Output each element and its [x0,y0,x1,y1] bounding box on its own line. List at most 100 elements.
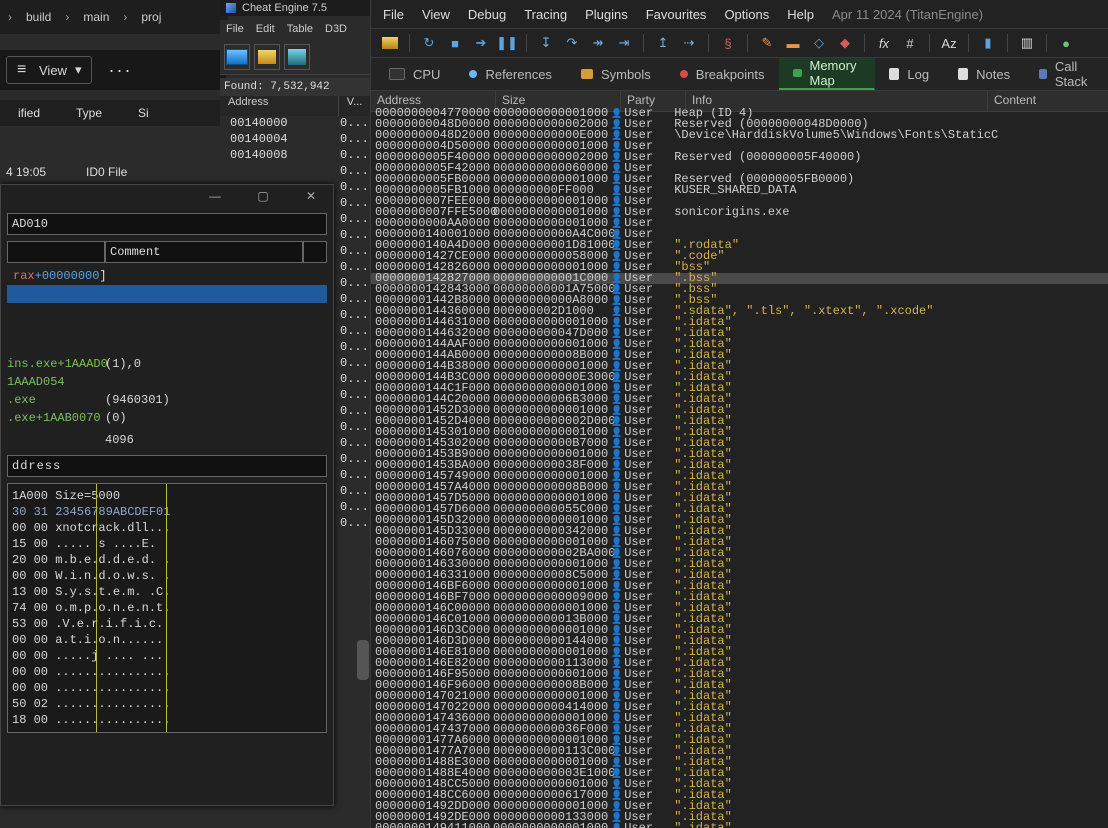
reg-rax: rax [7,269,35,283]
maximize-icon[interactable]: ▢ [247,187,279,205]
debugger-tabs[interactable]: CPU References Symbols Breakpoints Memor… [371,58,1108,91]
disasm-rows[interactable]: ins.exe+1AAAD0(1),01AAAD054.exe(9460301)… [1,355,333,449]
crumb[interactable]: build [26,10,51,24]
hex-header: 1A000 Size=5000 [12,488,322,504]
restart-icon[interactable]: ↻ [420,34,438,52]
crumb[interactable]: proj [141,10,161,24]
step-out-icon[interactable]: ↠ [589,34,607,52]
menu-view[interactable]: View [422,7,450,22]
menu-favourites[interactable]: Favourites [646,7,707,22]
menu-plugins[interactable]: Plugins [585,7,628,22]
scrollbar-thumb[interactable] [357,640,369,680]
col-type[interactable]: Type [58,106,120,120]
tab-log[interactable]: Log [875,58,944,90]
cheatengine-menubar[interactable]: File Edit Table D3D [220,20,376,38]
col-size[interactable]: Si [120,106,167,120]
open-file-icon[interactable] [254,44,280,70]
close-icon[interactable]: ✕ [295,187,327,205]
reg-offset: 00000000 [42,269,100,283]
hex-dump[interactable]: 1A000 Size=5000 30 31 23456789ABCDEF01 0… [7,483,327,733]
menu-edit[interactable]: Edit [256,23,275,35]
memory-map-list[interactable]: 00000000047700000000000000001000👤User He… [371,108,1108,828]
menu-help[interactable]: Help [787,7,814,22]
disassembler-window: ― ▢ ✕ AD010 Comment rax+00000000] ins.ex… [0,184,334,806]
chevron-right-icon: › [65,10,69,24]
cs-icon [1039,69,1047,79]
module-icon[interactable]: ▮ [979,34,997,52]
skip-icon[interactable]: ⇢ [680,34,698,52]
patch-icon[interactable]: § [719,34,737,52]
step-over-icon[interactable]: ↷ [563,34,581,52]
hash-icon[interactable]: # [901,34,919,52]
run-to-icon[interactable]: ↥ [654,34,672,52]
debugger-window: File View Debug Tracing Plugins Favourit… [370,0,1108,828]
breadcrumb[interactable]: › build › main › proj [0,0,228,34]
calc-icon[interactable]: ▥ [1018,34,1036,52]
step-into-icon[interactable]: ↧ [537,34,555,52]
file-row[interactable]: 4 19:05 ID0 File [0,160,220,184]
cheatengine-toolbar [220,40,374,75]
chevron-right-icon: › [123,10,127,24]
col-value[interactable]: V... [339,96,370,116]
run-icon[interactable]: ➔ [472,34,490,52]
file-columns-header: ified Type Si [0,100,220,126]
bytes-input[interactable] [7,241,105,263]
tab-memory-map[interactable]: Memory Map [779,58,875,90]
menu-d3d[interactable]: D3D [325,23,347,35]
font-icon[interactable]: Aᴢ [940,34,958,52]
crumb[interactable]: main [83,10,109,24]
edit-icon[interactable]: ✎ [758,34,776,52]
engine-info: Apr 11 2024 (TitanEngine) [832,7,983,22]
save-icon[interactable] [284,44,310,70]
tab-notes[interactable]: Notes [944,58,1025,90]
menu-debug[interactable]: Debug [468,7,506,22]
view-dropdown[interactable]: View ▾ [6,56,92,84]
ref-icon [469,70,477,78]
address-input[interactable]: AD010 [7,213,327,235]
minimize-icon[interactable]: ― [199,187,231,205]
chevron-down-icon: ▾ [75,62,82,78]
menu-tracing[interactable]: Tracing [524,7,567,22]
tab-references[interactable]: References [455,58,566,90]
plus: + [35,269,42,283]
pause-icon[interactable]: ❚❚ [498,34,516,52]
open-icon[interactable] [381,34,399,52]
selected-row[interactable] [7,285,327,303]
open-process-icon[interactable] [224,44,250,70]
menu-options[interactable]: Options [724,7,769,22]
comment-icon[interactable]: ▬ [784,34,802,52]
ce-results-header: Address V... [220,96,370,116]
cheatengine-titlebar[interactable]: Cheat Engine 7.5 [220,0,376,16]
stop-icon[interactable]: ■ [446,34,464,52]
tab-symbols[interactable]: Symbols [567,58,666,90]
view-label: View [39,63,67,78]
comment-input[interactable]: Comment [105,241,303,263]
label-icon[interactable]: ◇ [810,34,828,52]
file-date: 4 19:05 [0,165,86,179]
cheatengine-icon [226,3,236,13]
explorer-toolbar: View ▾ ··· [0,50,226,90]
window-caption[interactable]: ― ▢ ✕ [1,185,333,207]
tab-call-stack[interactable]: Call Stack [1025,58,1108,90]
debugger-menubar[interactable]: File View Debug Tracing Plugins Favourit… [371,0,1108,29]
goto-address-input[interactable]: ddress [7,455,327,477]
trace-into-icon[interactable]: ⇥ [615,34,633,52]
bookmark-icon[interactable]: ◆ [836,34,854,52]
chevron-right-icon: › [8,10,12,24]
bracket: ] [99,269,106,283]
extra-input[interactable] [303,241,327,263]
globe-icon[interactable]: ● [1057,34,1075,52]
col-address[interactable]: Address [220,96,339,116]
col-date[interactable]: ified [0,106,58,120]
tab-breakpoints[interactable]: Breakpoints [666,58,780,90]
menu-file[interactable]: File [226,23,244,35]
fx-icon[interactable]: fx [875,34,893,52]
notes-icon [958,68,968,80]
bp-icon [680,70,688,78]
memory-row[interactable]: 00000001494110000000000000001000👤User ".… [371,823,1108,828]
tab-cpu[interactable]: CPU [375,58,455,90]
debugger-toolbar: ↻ ■ ➔ ❚❚ ↧ ↷ ↠ ⇥ ↥ ⇢ § ✎ ▬ ◇ ◆ fx # Aᴢ ▮… [371,29,1108,58]
menu-file[interactable]: File [383,7,404,22]
more-button[interactable]: ··· [108,60,132,81]
menu-table[interactable]: Table [287,23,313,35]
